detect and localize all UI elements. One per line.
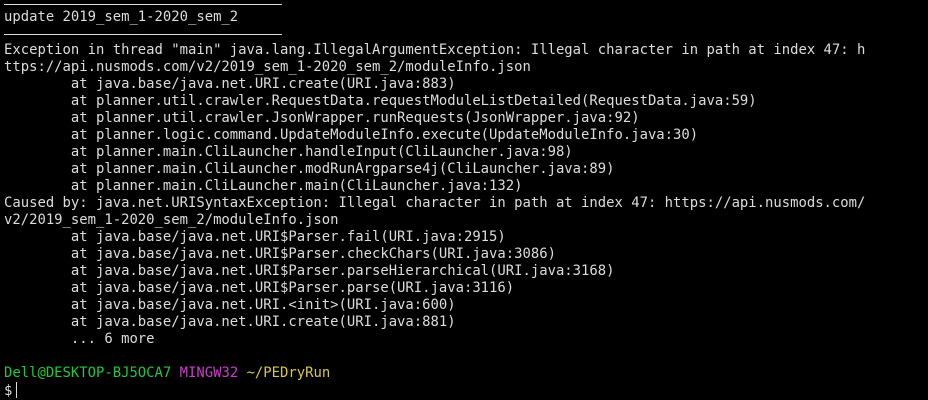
stack-trace-line: at java.base/java.net.URI.create(URI.jav… [4, 76, 456, 92]
output-line: v2/2019_sem_1-2020_sem_2/moduleInfo.json [4, 212, 339, 228]
stack-trace-line: at java.base/java.net.URI$Parser.parseHi… [4, 263, 615, 279]
header-command-text: update 2019_sem_1-2020_sem_2 [4, 9, 239, 25]
prompt-path: ~/PEDryRun [246, 365, 331, 381]
stack-trace-line: at planner.main.CliLauncher.main(CliLaun… [4, 178, 523, 194]
prompt-symbol: $ [4, 383, 13, 399]
prompt-line: Dell@DESKTOP-BJ5OCA7 MINGW32 ~/PEDryRun [4, 365, 330, 382]
output-line: ttps://api.nusmods.com/v2/2019_sem_1-202… [4, 59, 531, 75]
stack-trace-line: ... 6 more [4, 331, 155, 347]
stack-trace-line: at planner.main.CliLauncher.handleInput(… [4, 144, 573, 160]
prompt-user-host: Dell@DESKTOP-BJ5OCA7 [4, 365, 172, 381]
stack-trace-line: at java.base/java.net.URI.<init>(URI.jav… [4, 297, 456, 313]
stack-trace-line: at java.base/java.net.URI$Parser.checkCh… [4, 246, 556, 262]
separator-line-bottom [4, 34, 282, 35]
stack-trace-line: at java.base/java.net.URI$Parser.parse(U… [4, 280, 515, 296]
stack-trace-line: at java.base/java.net.URI$Parser.fail(UR… [4, 229, 506, 245]
command-input-line[interactable]: $ [4, 382, 18, 399]
stack-trace-line: at planner.util.crawler.JsonWrapper.runR… [4, 110, 640, 126]
terminal-window[interactable]: update 2019_sem_1-2020_sem_2 Exception i… [0, 0, 928, 400]
stack-trace-line: at planner.util.crawler.RequestData.requ… [4, 93, 757, 109]
text-cursor[interactable] [16, 382, 18, 398]
output-line: Exception in thread "main" java.lang.Ill… [4, 42, 866, 58]
separator-line-top [4, 4, 282, 5]
stack-trace-line: at planner.logic.command.UpdateModuleInf… [4, 127, 699, 143]
prompt-system: MINGW32 [179, 365, 239, 381]
stack-trace-line: at java.base/java.net.URI.create(URI.jav… [4, 314, 456, 330]
output-line: Caused by: java.net.URISyntaxException: … [4, 195, 866, 211]
stack-trace-line: at planner.main.CliLauncher.modRunArgpar… [4, 161, 615, 177]
